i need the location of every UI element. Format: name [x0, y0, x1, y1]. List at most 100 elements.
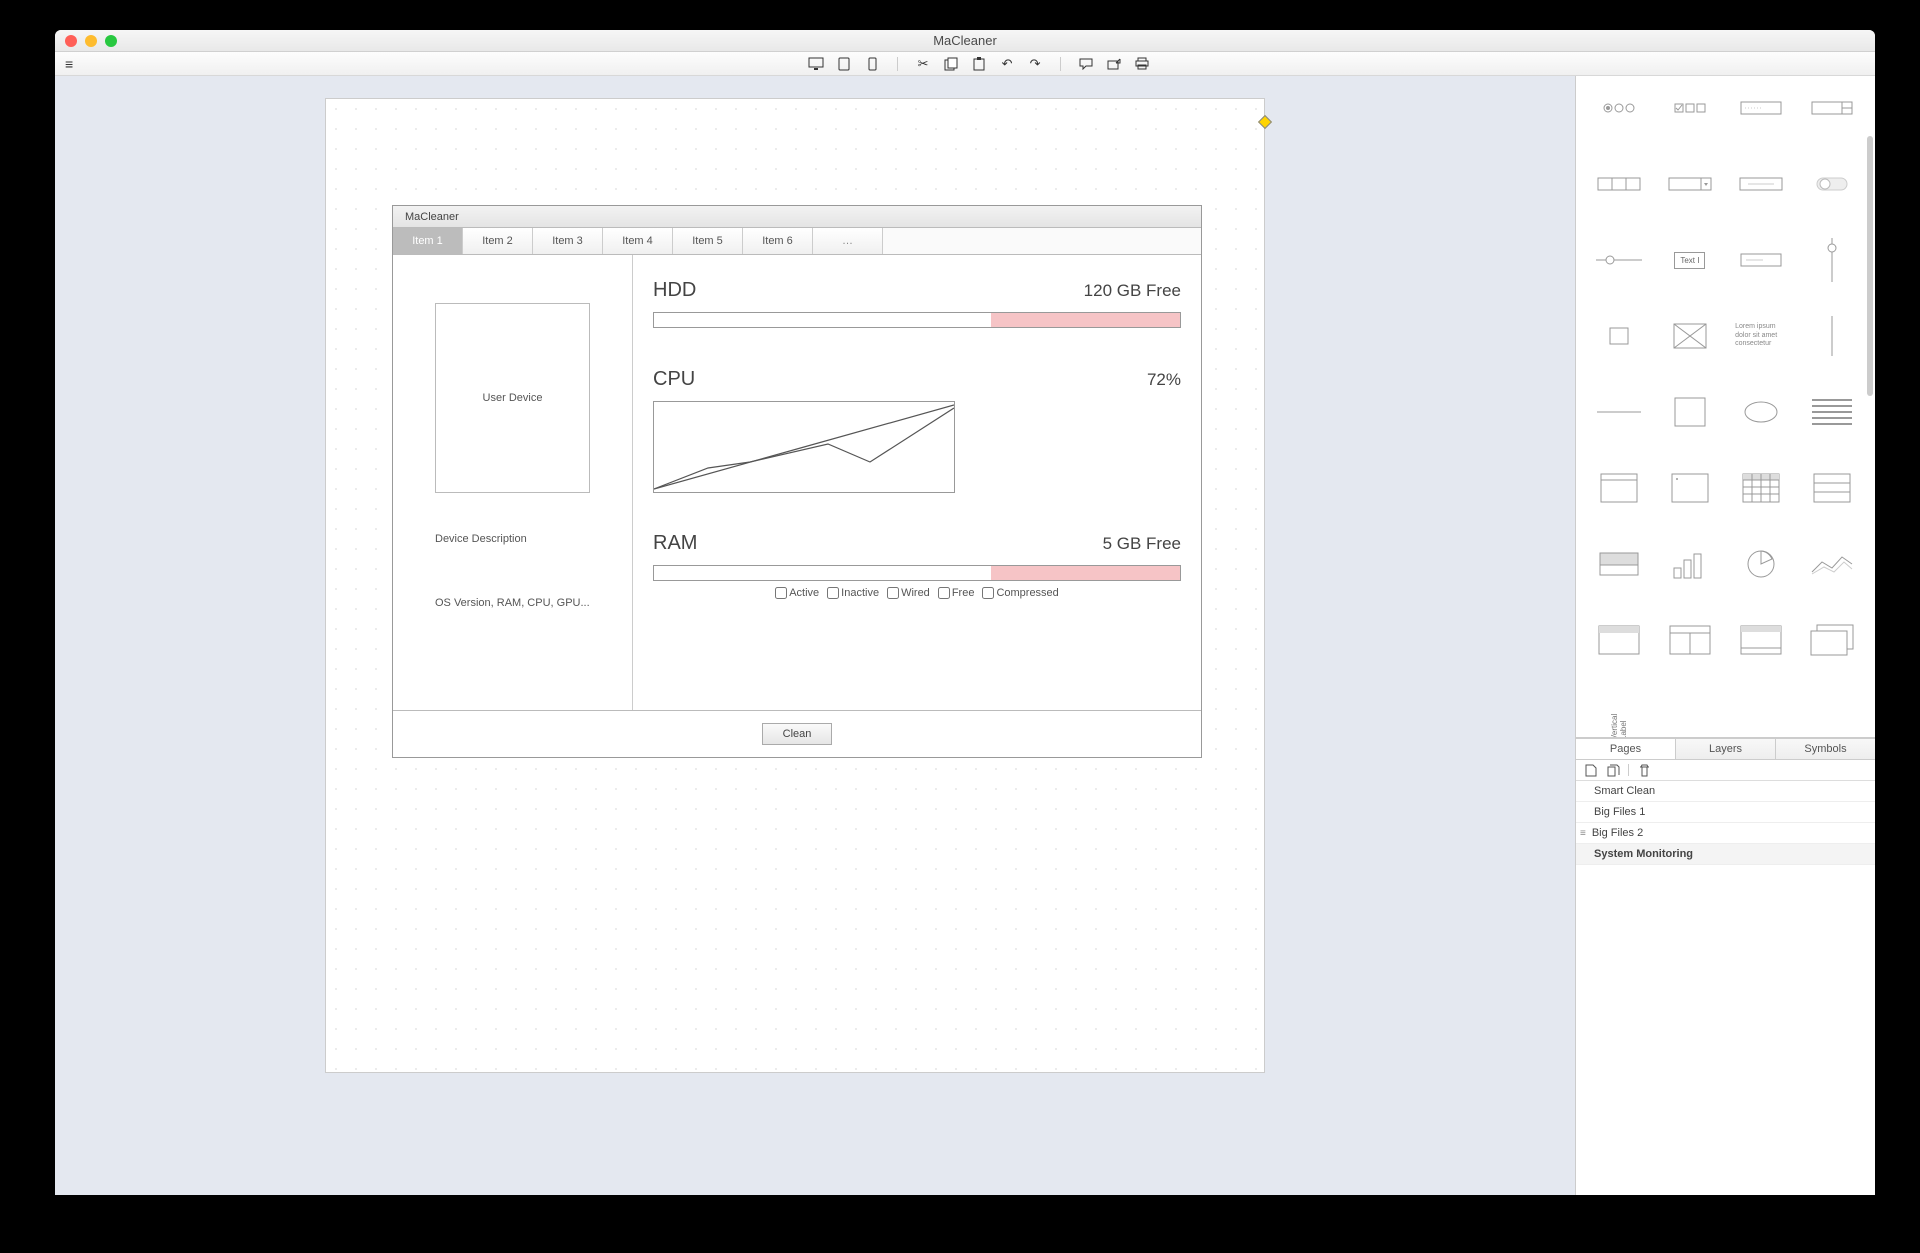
ram-value: 5 GB Free	[1103, 534, 1181, 554]
stencil-data-table[interactable]	[1731, 464, 1792, 512]
print-icon[interactable]	[1133, 56, 1151, 72]
page-item-system-monitoring[interactable]: System Monitoring	[1576, 844, 1875, 865]
menu-hamburger-icon[interactable]: ≡	[55, 56, 83, 72]
stencil-checkbox-group[interactable]	[1659, 84, 1720, 132]
cpu-label: CPU	[653, 368, 695, 391]
wireframe-left-panel: User Device Device Description OS Versio…	[393, 255, 633, 710]
wireframe-window[interactable]: MaCleaner Item 1 Item 2 Item 3 Item 4 It…	[392, 205, 1202, 758]
stencil-line-chart[interactable]	[1802, 540, 1863, 588]
stencil-cards[interactable]	[1802, 616, 1863, 664]
wireframe-tab-4[interactable]: Item 4	[603, 228, 673, 254]
toolbar-separator	[897, 57, 898, 71]
page-item-big-files-1[interactable]: Big Files 1	[1576, 802, 1875, 823]
tab-pages[interactable]: Pages	[1576, 739, 1676, 759]
cpu-line-chart	[653, 401, 955, 493]
device-desktop-icon[interactable]	[807, 56, 825, 72]
tab-layers[interactable]: Layers	[1676, 739, 1776, 759]
stencil-text-field[interactable]	[1731, 84, 1792, 132]
stencil-vertical-label[interactable]: Vertical Label	[1588, 692, 1649, 738]
ram-legend: Active Inactive Wired Free Compressed	[653, 587, 1181, 599]
delete-page-icon[interactable]	[1637, 763, 1651, 777]
export-icon[interactable]	[1105, 56, 1123, 72]
cpu-value: 72%	[1147, 370, 1181, 390]
stencil-rectangle[interactable]	[1659, 388, 1720, 436]
artboard[interactable]: MaCleaner Item 1 Item 2 Item 3 Item 4 It…	[325, 98, 1265, 1073]
minimize-window-button[interactable]	[85, 35, 97, 47]
main-toolbar: ≡ ✂ ↶ ↷	[55, 52, 1875, 76]
ram-check-wired[interactable]: Wired	[887, 587, 930, 599]
device-specs-text: OS Version, RAM, CPU, GPU...	[407, 593, 618, 614]
stencil-text-block[interactable]	[1802, 388, 1863, 436]
stencil-dropdown[interactable]	[1659, 160, 1720, 208]
artboard-resize-handle[interactable]	[1258, 115, 1272, 129]
wireframe-tab-3[interactable]: Item 3	[533, 228, 603, 254]
stencil-paragraph[interactable]: Lorem ipsum dolor sit amet consectetur	[1731, 312, 1792, 360]
stencil-window[interactable]	[1588, 464, 1649, 512]
stencil-layout-split[interactable]	[1659, 616, 1720, 664]
zoom-window-button[interactable]	[105, 35, 117, 47]
stencil-vrule[interactable]	[1802, 312, 1863, 360]
device-phone-icon[interactable]	[863, 56, 881, 72]
canvas[interactable]: MaCleaner Item 1 Item 2 Item 3 Item 4 It…	[55, 76, 1575, 1195]
wireframe-titlebar: MaCleaner	[393, 206, 1201, 228]
stencil-breadcrumb[interactable]	[1588, 160, 1649, 208]
wireframe-tab-6[interactable]: Item 6	[743, 228, 813, 254]
device-description-text: Device Description	[407, 533, 618, 545]
stencil-bar-chart[interactable]	[1659, 540, 1720, 588]
redo-icon[interactable]: ↷	[1026, 56, 1044, 72]
ram-check-compressed[interactable]: Compressed	[982, 587, 1058, 599]
copy-icon[interactable]	[942, 56, 960, 72]
stencil-browser[interactable]	[1588, 616, 1649, 664]
wireframe-footer: Clean	[393, 710, 1201, 757]
ram-check-free[interactable]: Free	[938, 587, 975, 599]
stencil-vslider[interactable]	[1802, 236, 1863, 284]
close-window-button[interactable]	[65, 35, 77, 47]
stencil-toggle[interactable]	[1802, 160, 1863, 208]
comment-icon[interactable]	[1077, 56, 1095, 72]
stencil-stepper[interactable]	[1802, 84, 1863, 132]
wireframe-tab-2[interactable]: Item 2	[463, 228, 533, 254]
device-tablet-icon[interactable]	[835, 56, 853, 72]
stencil-button[interactable]	[1731, 160, 1792, 208]
wireframe-tab-more[interactable]: …	[813, 228, 883, 254]
right-sidebar: Text I Lorem ipsum dolor sit amet consec…	[1575, 76, 1875, 1195]
stencil-tooltip[interactable]	[1588, 540, 1649, 588]
wireframe-tab-1[interactable]: Item 1	[393, 228, 463, 254]
stencil-text-input[interactable]: Text I	[1659, 236, 1720, 284]
page-item-big-files-2[interactable]: ≡Big Files 2	[1576, 823, 1875, 844]
page-tools	[1576, 760, 1875, 781]
paste-icon[interactable]	[970, 56, 988, 72]
stencil-label[interactable]	[1731, 236, 1792, 284]
wireframe-tab-5[interactable]: Item 5	[673, 228, 743, 254]
new-page-icon[interactable]	[1584, 763, 1598, 777]
page-item-smart-clean[interactable]: Smart Clean	[1576, 781, 1875, 802]
ram-progress-bar	[653, 565, 1181, 581]
hdd-value: 120 GB Free	[1084, 281, 1181, 301]
ram-label: RAM	[653, 532, 697, 555]
toolbar-separator	[1060, 57, 1061, 71]
stencil-image-placeholder[interactable]	[1659, 312, 1720, 360]
stencil-pie-chart[interactable]	[1731, 540, 1792, 588]
clean-button[interactable]: Clean	[762, 723, 832, 745]
ram-check-active[interactable]: Active	[775, 587, 819, 599]
ram-check-inactive[interactable]: Inactive	[827, 587, 879, 599]
stencil-modal[interactable]	[1659, 464, 1720, 512]
stencil-slider[interactable]	[1588, 236, 1649, 284]
stencil-hrule[interactable]	[1588, 388, 1649, 436]
duplicate-page-icon[interactable]	[1606, 763, 1620, 777]
drag-handle-icon[interactable]: ≡	[1580, 828, 1586, 839]
cut-icon[interactable]: ✂	[914, 56, 932, 72]
stencil-layout-header-footer[interactable]	[1731, 616, 1792, 664]
stencil-radio-group[interactable]	[1588, 84, 1649, 132]
stencil-ellipse[interactable]	[1731, 388, 1792, 436]
wireframe-tabstrip: Item 1 Item 2 Item 3 Item 4 Item 5 Item …	[393, 228, 1201, 255]
stencil-list[interactable]	[1802, 464, 1863, 512]
stencil-library: Text I Lorem ipsum dolor sit amet consec…	[1576, 76, 1875, 738]
pages-list: Smart Clean Big Files 1 ≡Big Files 2 Sys…	[1576, 781, 1875, 1195]
tab-symbols[interactable]: Symbols	[1776, 739, 1875, 759]
panel-tabstrip: Pages Layers Symbols	[1576, 738, 1875, 760]
scrollbar-thumb[interactable]	[1867, 136, 1873, 396]
undo-icon[interactable]: ↶	[998, 56, 1016, 72]
hdd-label: HDD	[653, 279, 696, 302]
stencil-small-box[interactable]	[1588, 312, 1649, 360]
